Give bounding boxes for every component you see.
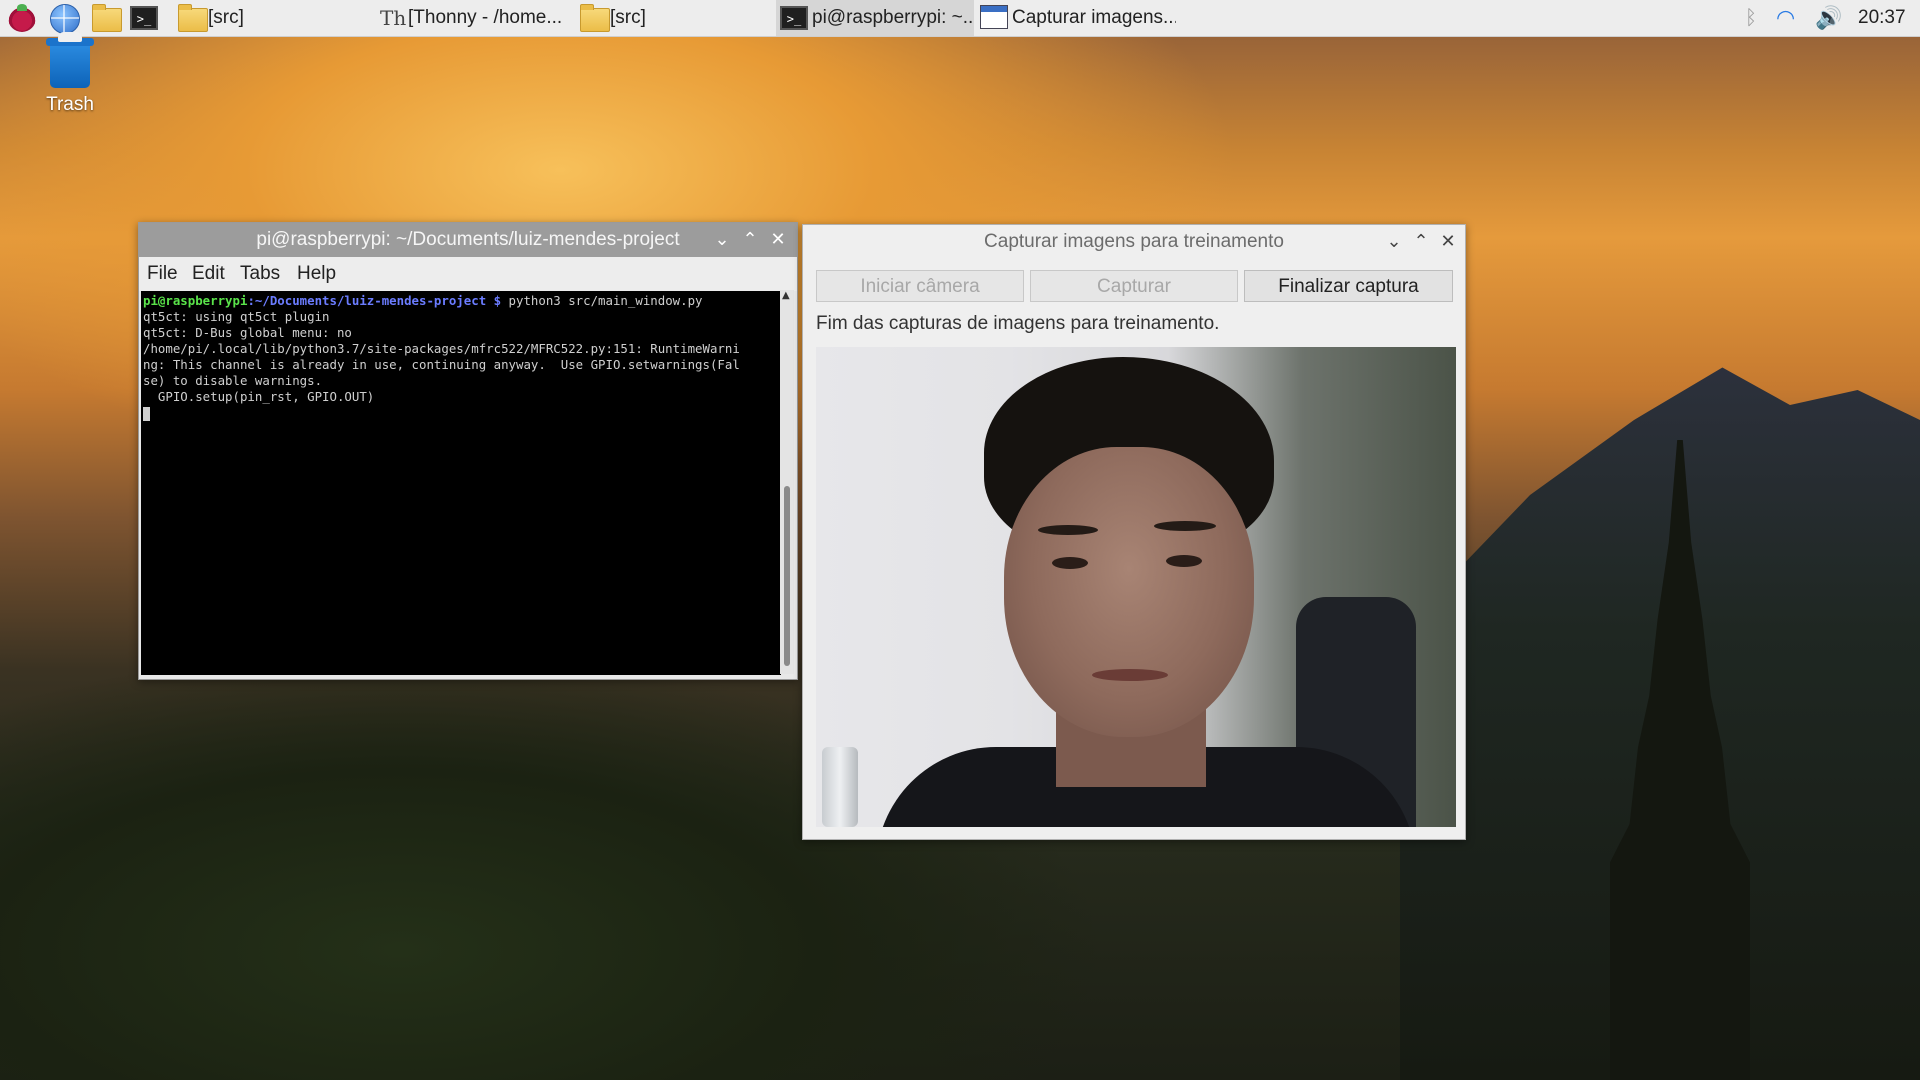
window-icon <box>980 5 1008 29</box>
terminal-icon[interactable]: >_ <box>130 6 158 30</box>
task-terminal[interactable]: >_ pi@raspberrypi: ~... <box>776 0 974 36</box>
scrollbar-thumb[interactable] <box>784 486 790 666</box>
close-icon[interactable]: ✕ <box>765 223 791 257</box>
output-line: /home/pi/.local/lib/python3.7/site-packa… <box>143 341 740 356</box>
output-line: qt5ct: using qt5ct plugin <box>143 309 330 324</box>
output-line: se) to disable warnings. <box>143 373 323 388</box>
folder-icon <box>178 4 208 32</box>
eye-shape <box>1166 555 1202 567</box>
task-thonny[interactable]: Th [Thonny - /home... <box>374 0 574 36</box>
prompt-user: pi@raspberrypi <box>143 293 248 308</box>
mouth-shape <box>1092 669 1168 681</box>
capture-button[interactable]: Capturar <box>1030 270 1238 302</box>
task-label: [src] <box>208 7 244 28</box>
file-manager-icon[interactable] <box>92 4 122 32</box>
eyebrow-shape <box>1154 521 1216 531</box>
web-browser-icon[interactable] <box>50 4 80 34</box>
output-line: GPIO.setup(pin_rst, GPIO.OUT) <box>143 389 375 404</box>
volume-icon[interactable]: 🔊 <box>1815 0 1843 36</box>
terminal-menubar: File Edit Tabs Help <box>139 257 797 291</box>
raspberry-menu-icon[interactable] <box>8 4 36 32</box>
terminal-output[interactable]: pi@raspberrypi:~/Documents/luiz-mendes-p… <box>141 291 781 675</box>
window-title: pi@raspberrypi: ~/Documents/luiz-mendes-… <box>256 229 680 250</box>
minimize-icon[interactable]: ⌄ <box>1381 225 1407 259</box>
camera-preview <box>816 347 1456 827</box>
status-text: Fim das capturas de imagens para treinam… <box>816 313 1220 334</box>
trash-label: Trash <box>46 94 94 115</box>
close-icon[interactable]: ✕ <box>1435 225 1461 259</box>
menu-file[interactable]: File <box>147 257 178 291</box>
window-title: Capturar imagens para treinamento <box>984 231 1284 252</box>
task-label: Capturar imagens... <box>1012 7 1176 28</box>
maximize-icon[interactable]: ⌃ <box>1408 225 1434 259</box>
command: python3 src/main_window.py <box>501 293 703 308</box>
capture-window[interactable]: Capturar imagens para treinamento ⌄ ⌃ ✕ … <box>802 224 1466 840</box>
scroll-up-icon[interactable]: ▲ <box>782 290 790 301</box>
terminal-window[interactable]: pi@raspberrypi: ~/Documents/luiz-mendes-… <box>138 222 798 680</box>
capture-titlebar[interactable]: Capturar imagens para treinamento <box>803 225 1465 259</box>
bottle-shape <box>822 747 858 827</box>
task-label: pi@raspberrypi: ~... <box>812 7 974 28</box>
folder-icon <box>580 4 610 32</box>
bluetooth-icon[interactable]: ᛒ <box>1745 0 1761 36</box>
taskbar: >_ [src] Th [Thonny - /home... [src] >_ … <box>0 0 1920 37</box>
clock[interactable]: 20:37 <box>1858 0 1906 36</box>
maximize-icon[interactable]: ⌃ <box>737 223 763 257</box>
terminal-icon: >_ <box>780 6 808 30</box>
minimize-icon[interactable]: ⌄ <box>709 223 735 257</box>
task-src-1[interactable]: [src] <box>172 0 372 36</box>
text-cursor <box>143 406 150 421</box>
trash-icon <box>46 32 94 88</box>
task-label: [Thonny - /home... <box>408 7 563 28</box>
wifi-icon[interactable]: ◠ <box>1776 0 1802 36</box>
face-shape <box>1004 447 1254 737</box>
task-capture[interactable]: Capturar imagens... <box>976 0 1176 36</box>
terminal-titlebar[interactable]: pi@raspberrypi: ~/Documents/luiz-mendes-… <box>139 223 797 257</box>
task-src-2[interactable]: [src] <box>576 0 774 36</box>
eye-shape <box>1052 557 1088 569</box>
output-line: qt5ct: D-Bus global menu: no <box>143 325 352 340</box>
output-line: ng: This channel is already in use, cont… <box>143 357 740 372</box>
thonny-icon: Th <box>380 6 407 30</box>
finish-capture-button[interactable]: Finalizar captura <box>1244 270 1453 302</box>
task-label: [src] <box>610 7 646 28</box>
prompt-path: :~/Documents/luiz-mendes-project $ <box>247 293 502 308</box>
menu-edit[interactable]: Edit <box>192 257 225 291</box>
trash-desktop-item[interactable]: Trash <box>40 32 100 116</box>
menu-tabs[interactable]: Tabs <box>240 257 280 291</box>
terminal-scrollbar[interactable]: ▲ <box>780 290 794 674</box>
start-camera-button[interactable]: Iniciar câmera <box>816 270 1024 302</box>
eyebrow-shape <box>1038 525 1098 535</box>
menu-help[interactable]: Help <box>297 257 336 291</box>
